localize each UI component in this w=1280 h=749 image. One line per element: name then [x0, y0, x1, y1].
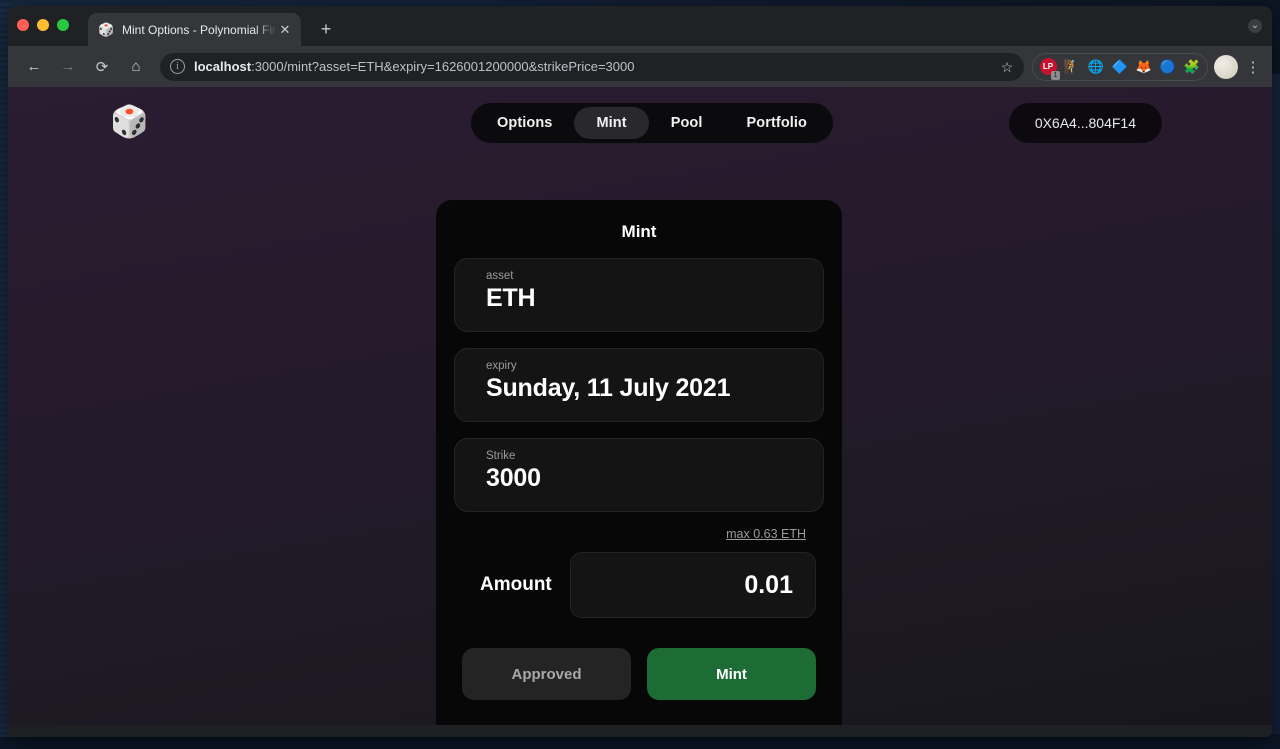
polynomial-dice-logo-icon[interactable]: 🎲: [110, 104, 149, 140]
dice-favicon-icon: 🎲: [98, 21, 115, 37]
new-tab-button[interactable]: +: [316, 20, 336, 40]
close-tab-icon[interactable]: ✕: [277, 22, 293, 38]
minimize-window-button[interactable]: [37, 19, 49, 31]
rabby-extension-icon[interactable]: 🔷: [1109, 56, 1131, 78]
tab-mint[interactable]: Mint: [574, 107, 649, 139]
amount-row: Amount 0.01: [454, 550, 824, 620]
phantom-extension-icon[interactable]: 🌐: [1085, 56, 1107, 78]
tab-options[interactable]: Options: [475, 107, 574, 139]
browser-menu-icon[interactable]: ⋮: [1240, 53, 1266, 81]
tab-search-icon[interactable]: ⌄: [1248, 19, 1262, 33]
lastpass-extension-icon[interactable]: LP 1: [1037, 56, 1060, 80]
forward-button[interactable]: →: [54, 53, 82, 81]
browser-toolbar: ← → ⟳ ⌂ i localhost:3000/mint?asset=ETH&…: [8, 46, 1272, 87]
amount-input[interactable]: 0.01: [570, 552, 816, 618]
address-bar-url: localhost:3000/mint?asset=ETH&expiry=162…: [194, 59, 634, 74]
tab-portfolio[interactable]: Portfolio: [725, 107, 830, 139]
home-button[interactable]: ⌂: [122, 53, 150, 81]
puzzle-extension-icon[interactable]: 🧩: [1181, 56, 1203, 78]
expiry-field-label: expiry: [486, 360, 517, 372]
max-amount-link[interactable]: max 0.63 ETH: [454, 527, 824, 541]
extensions-group: LP 1 🧗 🌐 🔷 🦊 🔵 🧩: [1032, 52, 1208, 81]
expiry-field-value: Sunday, 11 July 2021: [486, 374, 731, 402]
page-bottom-strip: [8, 725, 1272, 737]
asset-field[interactable]: asset ETH: [454, 258, 824, 332]
lastpass-badge: 1: [1051, 70, 1060, 80]
strike-field[interactable]: Strike 3000: [454, 438, 824, 512]
approved-button[interactable]: Approved: [462, 648, 631, 700]
keplr-extension-icon[interactable]: 🧗: [1061, 56, 1083, 78]
url-path: :3000/mint?asset=ETH&expiry=162600120000…: [251, 59, 635, 74]
wallet-address-button[interactable]: 0X6A4...804F14: [1008, 103, 1162, 143]
url-host: localhost: [194, 59, 252, 74]
bookmark-star-icon[interactable]: ☆: [998, 58, 1016, 76]
browser-tab-title: Mint Options - Polynomial Fina: [122, 22, 277, 37]
asset-field-value: ETH: [486, 284, 536, 312]
app-tab-group: Options Mint Pool Portfolio: [471, 103, 834, 143]
coinbase-wallet-extension-icon[interactable]: 🔵: [1157, 56, 1179, 78]
strike-field-label: Strike: [486, 450, 516, 462]
window-controls: [17, 19, 69, 31]
background-window-bottom: [0, 737, 1280, 749]
amount-label: Amount: [480, 574, 552, 595]
page-viewport: 🎲 Options Mint Pool Portfolio 0X6A4...80…: [8, 87, 1272, 737]
reload-button[interactable]: ⟳: [88, 53, 116, 81]
expiry-field[interactable]: expiry Sunday, 11 July 2021: [454, 348, 824, 422]
mint-button[interactable]: Mint: [647, 648, 816, 700]
card-actions: Approved Mint: [454, 648, 824, 700]
profile-avatar-icon[interactable]: [1214, 54, 1238, 79]
site-info-icon[interactable]: i: [170, 59, 185, 74]
asset-field-label: asset: [486, 270, 514, 282]
browser-tab-strip: 🎲 Mint Options - Polynomial Fina ✕ + ⌄: [8, 6, 1272, 46]
mint-card-title: Mint: [621, 222, 657, 241]
mint-card: Mint asset ETH expiry Sunday, 11 July 20…: [436, 200, 842, 737]
address-bar[interactable]: i localhost:3000/mint?asset=ETH&expiry=1…: [160, 52, 1024, 81]
maximize-window-button[interactable]: [57, 19, 69, 31]
browser-tab[interactable]: 🎲 Mint Options - Polynomial Fina ✕: [88, 13, 301, 46]
back-button[interactable]: ←: [20, 53, 48, 81]
tab-pool[interactable]: Pool: [649, 107, 725, 139]
app-navigation-bar: 🎲 Options Mint Pool Portfolio 0X6A4...80…: [8, 87, 1272, 159]
metamask-extension-icon[interactable]: 🦊: [1133, 56, 1155, 78]
close-window-button[interactable]: [17, 19, 29, 31]
browser-window: 🎲 Mint Options - Polynomial Fina ✕ + ⌄ ←…: [8, 6, 1272, 737]
strike-field-value: 3000: [486, 464, 541, 492]
